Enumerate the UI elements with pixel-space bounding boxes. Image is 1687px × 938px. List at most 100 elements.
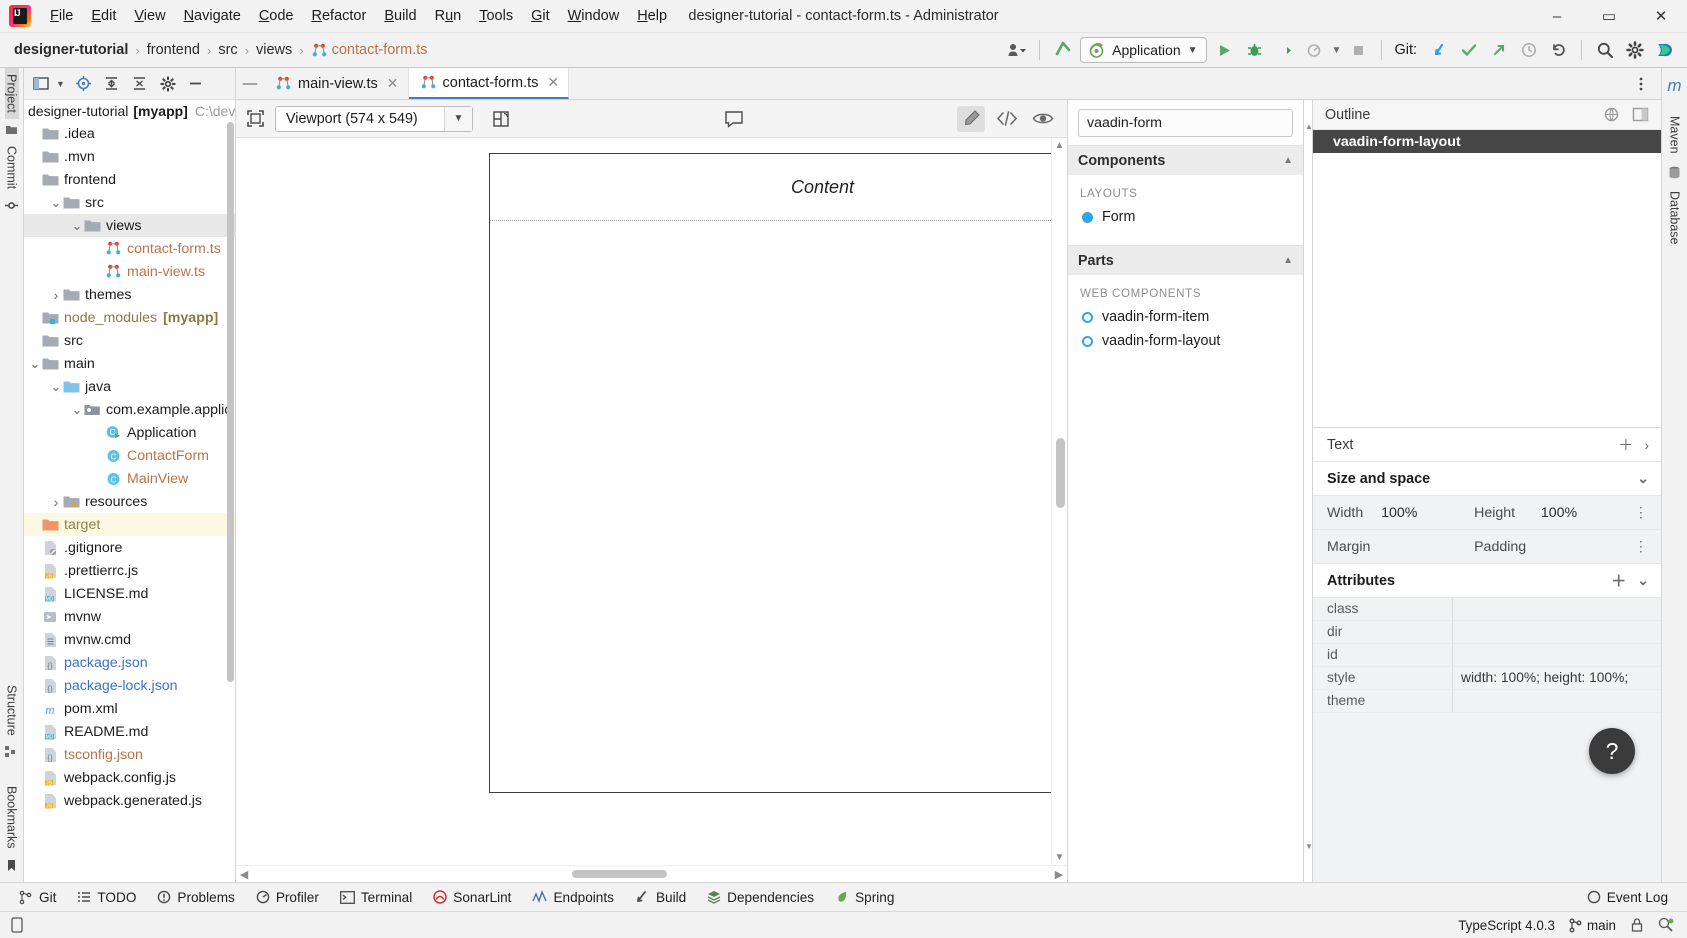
- sidebar-item-maven[interactable]: Maven: [1668, 110, 1682, 160]
- menu-item-window[interactable]: Window: [559, 5, 629, 27]
- popout-icon[interactable]: [1632, 106, 1649, 123]
- tree-row[interactable]: ⌄src: [24, 191, 235, 214]
- sidebar-item-bookmarks[interactable]: Bookmarks: [5, 780, 19, 855]
- breadcrumb-frontend[interactable]: frontend: [147, 42, 200, 58]
- breadcrumb-views[interactable]: views: [256, 42, 292, 58]
- docs-icon[interactable]: [1603, 106, 1620, 123]
- tab-main-view[interactable]: main-view.ts ✕: [264, 68, 409, 99]
- git-rollback-icon[interactable]: [1546, 38, 1571, 63]
- tree-row[interactable]: MDREADME.md: [24, 720, 235, 743]
- project-tree[interactable]: .idea.mvnfrontend⌄src⌄viewscontact-form.…: [24, 122, 235, 882]
- chevron-down-icon[interactable]: ⌄: [70, 407, 84, 413]
- git-history-icon[interactable]: [1516, 38, 1541, 63]
- canvas-vertical-scrollbar[interactable]: ▲ ▼: [1051, 138, 1067, 865]
- sidebar-item-database[interactable]: Database: [1668, 185, 1682, 251]
- settings-icon[interactable]: [1622, 38, 1647, 63]
- tree-row[interactable]: mvnw.cmd: [24, 628, 235, 651]
- tree-row[interactable]: {}package-lock.json: [24, 674, 235, 697]
- tree-row[interactable]: JSwebpack.config.js: [24, 766, 235, 789]
- inspector-section-attributes[interactable]: Attributes ＋ ⌄: [1313, 564, 1661, 598]
- maximize-button[interactable]: ▭: [1583, 0, 1635, 33]
- tool-window-spring[interactable]: Spring: [826, 887, 903, 908]
- tool-window-problems[interactable]: Problems: [148, 887, 243, 908]
- tree-row[interactable]: .gitignore: [24, 536, 235, 559]
- tree-row[interactable]: ⌄views: [24, 214, 235, 237]
- tree-row[interactable]: JS.prettierrc.js: [24, 559, 235, 582]
- hscroll-thumb[interactable]: [572, 870, 668, 878]
- menu-item-code[interactable]: Code: [250, 5, 303, 27]
- palette-scroll-up-icon[interactable]: ▲: [1305, 122, 1312, 140]
- add-attribute-icon[interactable]: ＋: [1611, 570, 1626, 591]
- scroll-down-icon[interactable]: ▼: [1052, 850, 1067, 865]
- height-value[interactable]: 100%: [1541, 505, 1634, 521]
- search-everywhere-icon[interactable]: [1592, 38, 1617, 63]
- comment-icon[interactable]: [724, 110, 744, 128]
- sidebar-item-project[interactable]: Project: [5, 68, 19, 119]
- add-text-icon[interactable]: ＋: [1618, 434, 1633, 455]
- menu-item-view[interactable]: View: [125, 5, 174, 27]
- run-with-coverage-button[interactable]: [1272, 38, 1297, 63]
- tree-row[interactable]: CContactForm: [24, 444, 235, 467]
- project-view-chevron-icon[interactable]: ▼: [56, 79, 65, 89]
- attribute-value[interactable]: [1453, 644, 1661, 666]
- chevron-up-icon[interactable]: ▲: [1283, 255, 1293, 266]
- tree-row[interactable]: ›themes: [24, 283, 235, 306]
- outline-tree[interactable]: vaadin-form-layout: [1313, 130, 1661, 428]
- palette-item-vaadin-form-item[interactable]: vaadin-form-item: [1068, 306, 1303, 330]
- palette-section-parts[interactable]: Parts ▲: [1068, 245, 1303, 275]
- git-branch-widget[interactable]: main: [1569, 918, 1616, 933]
- tree-row[interactable]: mvnw: [24, 605, 235, 628]
- tree-row[interactable]: frontend: [24, 168, 235, 191]
- chevron-right-icon[interactable]: ›: [49, 287, 63, 303]
- collapse-tabs-button[interactable]: —: [236, 68, 264, 99]
- attribute-row[interactable]: id: [1313, 644, 1661, 667]
- menu-item-refactor[interactable]: Refactor: [303, 5, 376, 27]
- tree-row[interactable]: ⌄main: [24, 352, 235, 375]
- language-level-label[interactable]: TypeScript 4.0.3: [1458, 918, 1555, 933]
- menu-item-run[interactable]: Run: [426, 5, 471, 27]
- scroll-up-icon[interactable]: ▲: [1052, 138, 1067, 153]
- palette-scroll-down-icon[interactable]: ▼: [1305, 842, 1312, 860]
- help-button[interactable]: ?: [1589, 728, 1635, 774]
- tree-row[interactable]: ⌄java: [24, 375, 235, 398]
- user-profile-icon[interactable]: [1004, 38, 1029, 63]
- palette-item-form[interactable]: Form: [1068, 206, 1303, 230]
- viewport-icon[interactable]: [246, 109, 265, 128]
- attribute-row[interactable]: dir: [1313, 621, 1661, 644]
- menu-item-help[interactable]: Help: [628, 5, 676, 27]
- debug-button[interactable]: [1242, 38, 1267, 63]
- minimize-button[interactable]: –: [1531, 0, 1583, 33]
- tree-row[interactable]: src: [24, 329, 235, 352]
- chevron-down-icon[interactable]: ⌄: [70, 223, 84, 229]
- git-commit-icon[interactable]: [1456, 38, 1481, 63]
- tree-row[interactable]: JSwebpack.generated.js: [24, 789, 235, 812]
- project-root-node[interactable]: designer-tutorial [myapp] C:\dev\: [24, 100, 235, 122]
- tree-row[interactable]: ›resources: [24, 490, 235, 513]
- tree-row[interactable]: CApplication: [24, 421, 235, 444]
- updates-arrow-icon[interactable]: [1050, 38, 1075, 63]
- git-update-icon[interactable]: [1426, 38, 1451, 63]
- collapse-all-icon[interactable]: [127, 72, 153, 96]
- tree-row[interactable]: .idea: [24, 122, 235, 145]
- tree-row[interactable]: target: [24, 513, 235, 536]
- project-tree-scrollbar[interactable]: [226, 122, 235, 882]
- tree-row[interactable]: node_modules[myapp]: [24, 306, 235, 329]
- chevron-up-icon[interactable]: ▲: [1283, 155, 1293, 166]
- run-button[interactable]: [1212, 38, 1237, 63]
- attribute-row[interactable]: stylewidth: 100%; height: 100%;: [1313, 667, 1661, 690]
- outline-node-vaadin-form-layout[interactable]: vaadin-form-layout: [1313, 130, 1661, 153]
- palette-item-vaadin-form-layout[interactable]: vaadin-form-layout: [1068, 330, 1303, 354]
- attribute-row[interactable]: theme: [1313, 690, 1661, 713]
- breadcrumb-src[interactable]: src: [218, 42, 237, 58]
- hide-icon[interactable]: [183, 72, 209, 96]
- tool-window-todo[interactable]: TODO: [68, 887, 145, 908]
- tool-window-profiler[interactable]: Profiler: [247, 887, 328, 908]
- run-configuration-selector[interactable]: Application ▼: [1080, 37, 1206, 63]
- menu-item-file[interactable]: File: [41, 5, 82, 27]
- maven-icon[interactable]: m: [1667, 76, 1681, 96]
- tree-row[interactable]: {}package.json: [24, 651, 235, 674]
- stop-button[interactable]: [1346, 38, 1371, 63]
- tree-row[interactable]: contact-form.ts: [24, 237, 235, 260]
- menu-item-git[interactable]: Git: [522, 5, 559, 27]
- tool-window-build[interactable]: Build: [626, 887, 695, 908]
